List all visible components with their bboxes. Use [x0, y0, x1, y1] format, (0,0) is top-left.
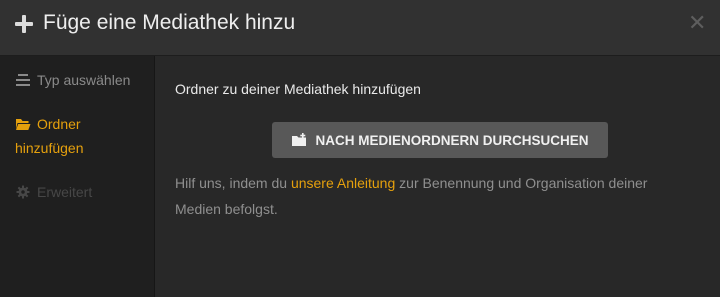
browse-button-label: NACH MEDIENORDNERN DURCHSUCHEN: [315, 132, 589, 148]
wizard-sidebar: Typ auswählen Ordner hinzufügen Erweiter…: [0, 56, 155, 297]
folder-add-icon: [292, 133, 307, 146]
help-text: Hilf uns, indem du unsere Anleitung zur …: [175, 170, 695, 222]
browse-media-folders-button[interactable]: NACH MEDIENORDNERN DURCHSUCHEN: [272, 122, 608, 158]
dialog-header: Füge eine Mediathek hinzu ✕: [0, 0, 720, 56]
sidebar-item-erweitert: Erweitert: [15, 180, 92, 204]
sidebar-item-label-line2: hinzufügen: [15, 140, 84, 156]
list-icon: [16, 74, 30, 86]
sidebar-item-typ-auswaehlen[interactable]: Typ auswählen: [15, 68, 130, 92]
sidebar-item-label: Ordner: [37, 116, 81, 132]
sidebar-item-label: Typ auswählen: [37, 72, 131, 88]
close-icon[interactable]: ✕: [688, 12, 706, 34]
section-label: Ordner zu deiner Mediathek hinzufügen: [175, 81, 421, 97]
main-content: Ordner zu deiner Mediathek hinzufügen NA…: [155, 56, 720, 297]
help-text-prefix: Hilf uns, indem du: [175, 175, 288, 191]
dialog-title: Füge eine Mediathek hinzu: [43, 11, 296, 34]
plus-icon: [15, 15, 33, 33]
gear-icon: [16, 185, 30, 199]
sidebar-item-label: Erweitert: [37, 184, 93, 200]
sidebar-item-ordner-hinzufuegen[interactable]: Ordner hinzufügen: [15, 112, 145, 160]
guide-link[interactable]: unsere Anleitung: [291, 175, 395, 191]
folder-open-icon: [16, 119, 31, 130]
